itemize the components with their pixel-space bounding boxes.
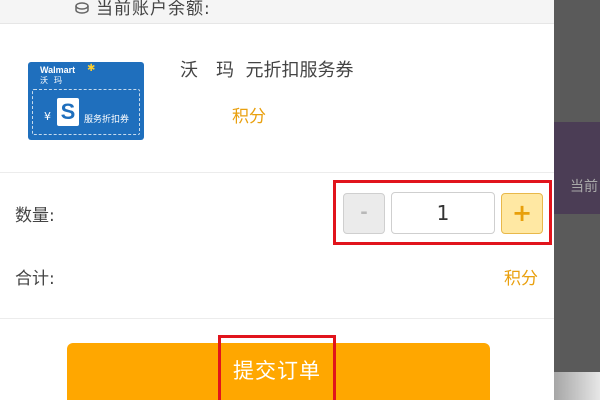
total-value: 积分 (504, 269, 538, 289)
quantity-label: 数量: (15, 206, 55, 226)
balance-label: 当前账户余额: (96, 0, 211, 19)
coupon-logo: S (57, 98, 79, 126)
background-banner (554, 122, 600, 214)
coupon-currency: ¥ (44, 110, 51, 123)
background-text: 当前 (570, 179, 598, 195)
coins-icon (75, 2, 89, 14)
decrease-quantity-button[interactable]: - (343, 193, 385, 234)
watermark (500, 372, 600, 400)
order-modal: 当前账户余额: Walmart ✱ 沃玛 ¥ S 服务折扣券 沃 玛 元折扣服务… (0, 0, 554, 400)
product-name: 沃 玛 元折扣服务券 (180, 60, 354, 81)
increase-quantity-button[interactable]: + (501, 193, 543, 234)
coupon-type: 服务折扣券 (84, 115, 130, 125)
divider (0, 172, 554, 173)
submit-highlight-box (218, 335, 336, 400)
coupon-brand-sub: 沃玛 (40, 76, 68, 85)
product-points: 积分 (232, 107, 266, 127)
quantity-input[interactable]: 1 (391, 192, 495, 234)
divider (0, 318, 554, 319)
balance-bar: 当前账户余额: (0, 0, 554, 24)
coupon-image: Walmart ✱ 沃玛 ¥ S 服务折扣券 (28, 62, 144, 140)
total-label: 合计: (15, 269, 55, 289)
coupon-brand: Walmart (40, 65, 76, 75)
brand-star-icon: ✱ (87, 63, 96, 74)
